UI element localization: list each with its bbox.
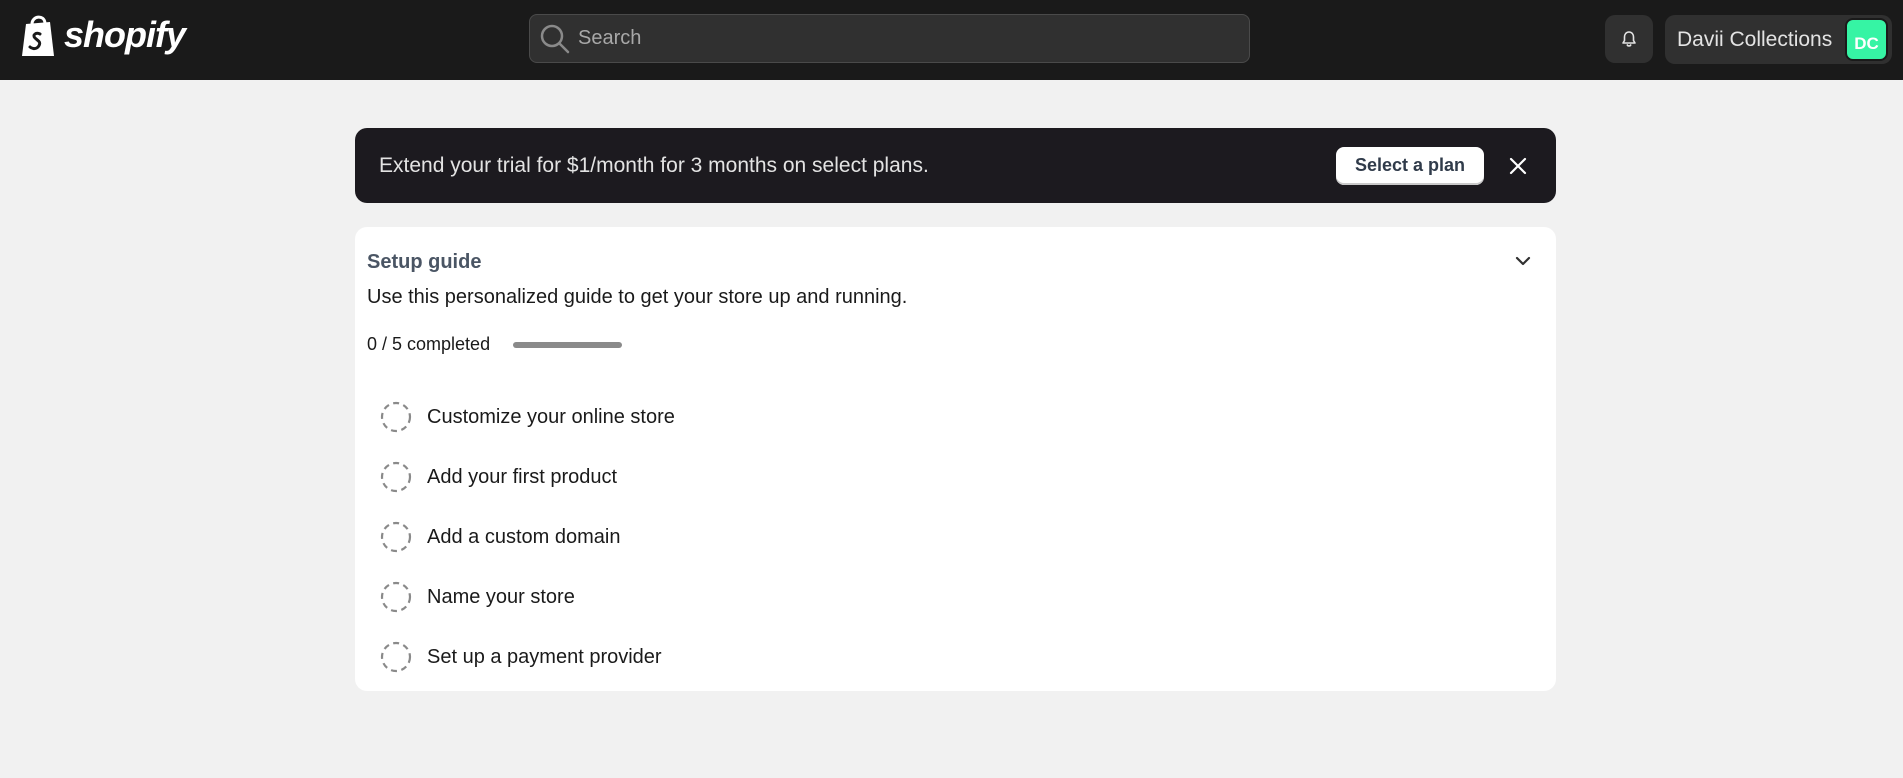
trial-banner: Extend your trial for $1/month for 3 mon…	[355, 128, 1556, 203]
top-bar: shopify Davii Collections DC	[0, 0, 1903, 80]
progress-label: 0 / 5 completed	[367, 334, 491, 354]
select-plan-button[interactable]: Select a plan	[1336, 146, 1484, 185]
chevron-down-icon[interactable]	[1511, 249, 1535, 273]
notifications-button[interactable]	[1605, 15, 1653, 63]
setup-guide-description: Use this personalized guide to get your …	[367, 286, 908, 308]
task-list: Customize your online store Add your firs…	[379, 387, 675, 687]
close-banner-button[interactable]	[1504, 152, 1532, 180]
dashed-circle-icon	[380, 641, 412, 673]
task-item[interactable]: Set up a payment provider	[379, 627, 675, 687]
search-input[interactable]	[578, 27, 1249, 50]
search-icon	[540, 24, 570, 53]
logo-text: shopify	[64, 14, 186, 55]
store-menu-button[interactable]: Davii Collections DC	[1665, 15, 1892, 64]
dashed-circle-icon	[380, 521, 412, 553]
banner-text: Extend your trial for $1/month for 3 mon…	[379, 153, 929, 177]
dashed-circle-icon	[380, 581, 412, 613]
task-item[interactable]: Add your first product	[379, 447, 675, 507]
dashed-circle-icon	[380, 401, 412, 433]
task-item[interactable]: Add a custom domain	[379, 507, 675, 567]
close-icon	[1509, 157, 1527, 174]
setup-guide-title: Setup guide	[367, 251, 482, 273]
task-label: Add a custom domain	[427, 525, 621, 548]
shopify-logo[interactable]: shopify	[18, 12, 186, 58]
progress-bar	[513, 342, 622, 348]
store-name: Davii Collections	[1677, 27, 1833, 51]
task-item[interactable]: Name your store	[379, 567, 675, 627]
task-label: Customize your online store	[427, 405, 675, 428]
dashed-circle-icon	[380, 461, 412, 493]
task-item[interactable]: Customize your online store	[379, 387, 675, 447]
task-label: Set up a payment provider	[427, 645, 662, 668]
task-label: Name your store	[427, 585, 575, 608]
shopify-bag-icon	[22, 15, 54, 56]
avatar-initials: DC	[1854, 34, 1879, 53]
search-bar[interactable]	[529, 14, 1250, 63]
bell-icon	[1622, 31, 1636, 47]
avatar: DC	[1845, 18, 1888, 61]
setup-guide-card: Setup guide Use this personalized guide …	[355, 227, 1556, 691]
task-label: Add your first product	[427, 465, 618, 488]
